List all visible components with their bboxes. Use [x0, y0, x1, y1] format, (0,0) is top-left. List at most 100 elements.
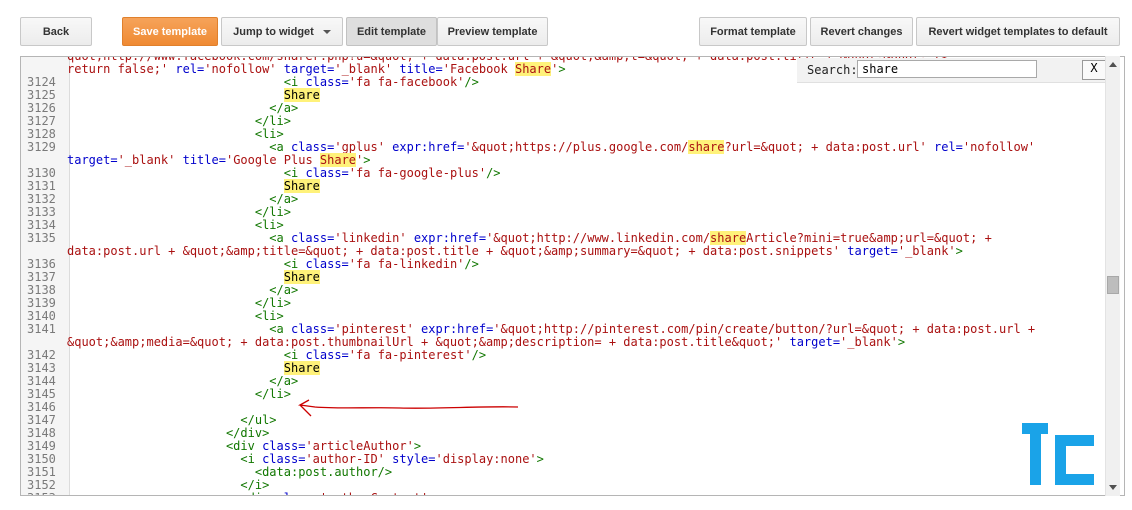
code-token: />: [464, 75, 479, 89]
code-token: return false;': [67, 62, 176, 76]
code-token: 'authorContent': [320, 491, 428, 496]
code-line: 3145 </li>: [21, 388, 1106, 401]
code-editor[interactable]: quot;http://www.facebook.com/sharer.php?…: [20, 56, 1125, 496]
back-button[interactable]: Back: [20, 17, 92, 46]
code-token: class=: [290, 231, 335, 245]
code-text: <div class='authorContent'>: [61, 492, 435, 496]
code-token: 'nofollow': [204, 62, 284, 76]
code-token: </li>: [254, 296, 291, 310]
save-template-button[interactable]: Save template: [122, 17, 218, 46]
code-token: </li>: [254, 387, 291, 401]
chevron-down-icon: [322, 29, 331, 34]
code-token: '_blank': [334, 62, 400, 76]
scroll-up-arrow-icon[interactable]: [1109, 62, 1117, 67]
search-match-highlight: Share: [514, 62, 552, 76]
code-token: class=: [262, 439, 306, 453]
code-token: title=: [399, 62, 443, 76]
code-token: '&quot;http://www.linkedin.com/: [486, 231, 711, 245]
line-number: [21, 57, 61, 63]
code-token: 'fa fa-pinterest': [348, 348, 472, 362]
code-token: ?url=&quot; + data:post.url': [724, 140, 934, 154]
code-token: '_blank': [897, 244, 956, 258]
preview-template-tab[interactable]: Preview template: [437, 17, 548, 46]
code-token: <i: [240, 452, 263, 466]
code-token: <a: [269, 322, 291, 336]
code-token: <div: [240, 491, 276, 496]
code-token: class=: [290, 140, 335, 154]
format-template-button[interactable]: Format template: [699, 17, 807, 46]
code-token: class=: [277, 491, 320, 496]
code-token: </a>: [269, 283, 299, 297]
code-token: >: [536, 452, 544, 466]
code-token: 'nofollow': [962, 140, 1036, 154]
code-token: <i: [283, 75, 306, 89]
code-token: </a>: [269, 101, 299, 115]
search-input[interactable]: [857, 60, 1037, 78]
code-token: 'fa fa-google-plus': [348, 166, 487, 180]
code-token: target=: [283, 62, 335, 76]
line-number: 3153: [21, 492, 61, 496]
code-content[interactable]: quot;http://www.facebook.com/sharer.php?…: [21, 57, 1106, 496]
code-token: 'articleAuthor': [305, 439, 414, 453]
code-token: >: [363, 153, 371, 167]
code-token: '_blank': [117, 153, 183, 167]
close-search-button[interactable]: X: [1082, 60, 1106, 80]
code-token: 'author-ID': [305, 452, 393, 466]
code-token: 'linkedin': [334, 231, 414, 245]
scroll-down-arrow-icon[interactable]: [1109, 485, 1117, 490]
code-token: <div: [225, 439, 263, 453]
code-token: class=: [305, 257, 349, 271]
edit-template-tab[interactable]: Edit template: [346, 17, 437, 46]
code-token: '&quot;http://pinterest.com/pin/create/b…: [493, 322, 1036, 336]
code-token: <i: [283, 348, 306, 362]
code-token: class=: [290, 322, 335, 336]
code-token: class=: [305, 75, 349, 89]
code-token: >: [955, 244, 963, 258]
code-token: target=: [789, 335, 841, 349]
code-token: />: [471, 348, 487, 362]
code-line: 3153 <div class='authorContent'>: [21, 492, 1106, 496]
code-token: </ul>: [240, 413, 277, 427]
search-match-highlight: share: [688, 140, 725, 154]
code-token: />: [464, 257, 479, 271]
code-token: </a>: [269, 374, 299, 388]
code-token: &quot;&amp;media=&quot; + data:post.thum…: [67, 335, 790, 349]
code-token: >: [428, 491, 435, 496]
search-match-highlight: Share: [283, 88, 320, 102]
vertical-scrollbar[interactable]: [1105, 56, 1120, 496]
search-panel: Search: X: [797, 58, 1106, 83]
code-token: >: [897, 335, 906, 349]
search-match-highlight: Share: [283, 361, 320, 375]
revert-widget-templates-button[interactable]: Revert widget templates to default: [916, 17, 1120, 46]
code-token: data:post.url + &quot;&amp;title=&quot; …: [67, 244, 848, 258]
code-token: target=: [67, 153, 118, 167]
code-token: rel=: [175, 62, 205, 76]
revert-changes-button[interactable]: Revert changes: [810, 17, 913, 46]
jump-to-widget-dropdown[interactable]: Jump to widget: [221, 17, 343, 46]
code-token: expr:href=: [421, 322, 494, 336]
code-token: '&quot;https://plus.google.com/: [464, 140, 689, 154]
code-token: class=: [262, 452, 306, 466]
scrollbar-thumb[interactable]: [1107, 276, 1119, 294]
code-token: 'pinterest': [334, 322, 422, 336]
search-match-highlight: Share: [283, 179, 320, 193]
code-token: >: [558, 62, 566, 76]
